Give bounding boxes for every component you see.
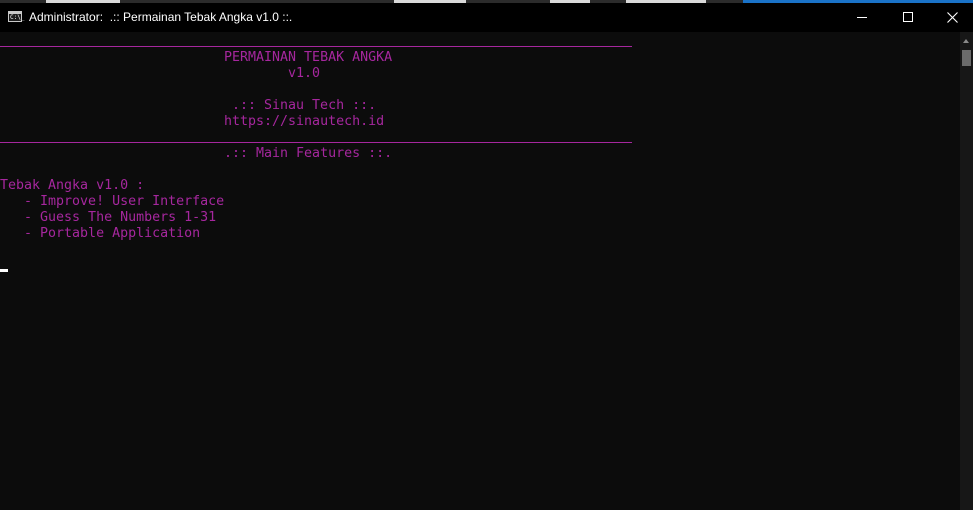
window-title: Administrator: .:: Permainan Tebak Angka… [29, 10, 293, 24]
feature-item: - Guess The Numbers 1-31 [0, 210, 217, 225]
author-url: https://sinautech.id [224, 114, 385, 129]
console-icon[interactable]: C:\_ [8, 11, 25, 22]
divider-middle [0, 142, 632, 143]
vertical-scrollbar[interactable] [960, 32, 973, 510]
console-icon-glyph: C:\_ [10, 14, 25, 21]
minimize-icon [857, 17, 867, 18]
minimize-button[interactable] [839, 3, 885, 32]
close-button[interactable] [931, 3, 973, 32]
game-version: v1.0 [288, 66, 321, 81]
scroll-up-icon[interactable] [960, 32, 973, 48]
author-banner: .:: Sinau Tech ::. [232, 98, 377, 113]
close-icon [947, 12, 958, 23]
scrollbar-thumb[interactable] [962, 50, 971, 66]
window-titlebar[interactable]: C:\_ Administrator: .:: Permainan Tebak … [0, 3, 973, 32]
features-header: .:: Main Features ::. [224, 146, 393, 161]
feature-item: - Portable Application [0, 226, 201, 241]
console-output[interactable]: PERMAINAN TEBAK ANGKA v1.0 .:: Sinau Tec… [0, 32, 960, 510]
maximize-button[interactable] [885, 3, 931, 32]
divider-top [0, 46, 632, 47]
feature-item: - Improve! User Interface [0, 194, 225, 209]
text-cursor [0, 269, 8, 272]
maximize-icon [903, 12, 913, 22]
app-name-line: Tebak Angka v1.0 : [0, 178, 145, 193]
game-title: PERMAINAN TEBAK ANGKA [224, 50, 393, 65]
